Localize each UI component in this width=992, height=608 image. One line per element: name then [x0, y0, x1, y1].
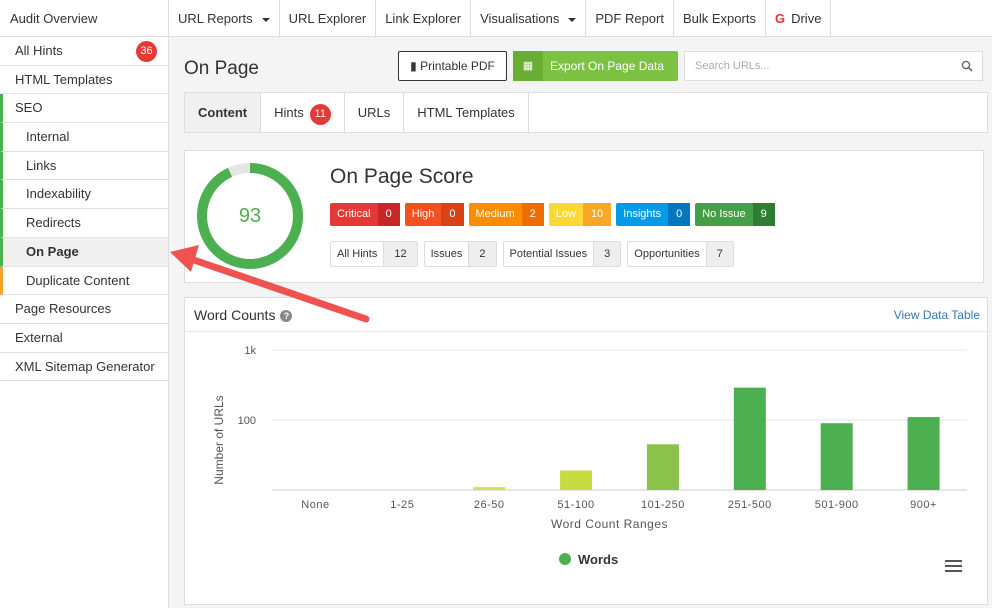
- y-tick-label: 100: [238, 415, 256, 427]
- word-counts-chart: 100 1k None 1-25 26-50 51-100 101-250 251-500 50…: [212, 345, 967, 567]
- page-title: On Page: [184, 58, 259, 79]
- printable-pdf-button[interactable]: ▮ Printable PDF: [398, 51, 507, 81]
- x-tick-label: 900+: [910, 499, 937, 511]
- nav-audit-overview[interactable]: Audit Overview: [0, 0, 169, 37]
- sidebar-item-on-page[interactable]: On Page: [0, 237, 168, 267]
- x-tick-label: 51-100: [557, 499, 594, 511]
- sidebar-item-links[interactable]: Links: [0, 151, 168, 181]
- x-axis-label: Word Count Ranges: [551, 517, 668, 531]
- sidebar-item-page-resources[interactable]: Page Resources: [0, 295, 168, 324]
- hint-count-badge: 36: [136, 41, 157, 62]
- sidebar-item-internal[interactable]: Internal: [0, 123, 168, 152]
- severity-high[interactable]: High 0: [404, 203, 464, 226]
- bar: [907, 417, 940, 490]
- sidebar-item-xml-sitemap-generator[interactable]: XML Sitemap Generator: [0, 353, 168, 382]
- sidebar-item-seo[interactable]: SEO: [0, 94, 168, 124]
- bar: [733, 387, 766, 490]
- bar: [560, 470, 593, 490]
- x-tick-label: 101-250: [641, 499, 685, 511]
- legend-marker: [559, 553, 571, 565]
- nav-link-explorer[interactable]: Link Explorer: [376, 0, 472, 37]
- excel-file-icon: ▦: [513, 51, 543, 81]
- chevron-down-icon: [568, 17, 577, 22]
- nav-pdf-report[interactable]: PDF Report: [586, 0, 674, 37]
- bar: [646, 444, 679, 490]
- severity-no-issue[interactable]: No Issue 9: [695, 203, 775, 226]
- nav-url-reports[interactable]: URL Reports: [169, 0, 280, 37]
- severity-insights[interactable]: Insights 0: [616, 203, 691, 226]
- score-value: 93: [238, 205, 262, 227]
- bar: [820, 423, 853, 490]
- hint-type-filters: All Hints 12 Issues 2 Potential Issues 3 Op…: [330, 241, 740, 267]
- export-on-page-data-button[interactable]: ▦ Export On Page Data: [513, 51, 678, 81]
- nav-url-explorer[interactable]: URL Explorer: [280, 0, 377, 37]
- nav-drive[interactable]: G Drive: [766, 0, 832, 37]
- chart-card-title: Word Counts?: [194, 307, 293, 323]
- help-icon[interactable]: ?: [280, 310, 293, 323]
- google-icon: G: [774, 11, 786, 26]
- sidebar-item-redirects[interactable]: Redirects: [0, 209, 168, 238]
- sidebar-item-external[interactable]: External: [0, 324, 168, 353]
- hint-count-badge: 11: [309, 104, 331, 125]
- search-urls-input[interactable]: Search URLs...: [684, 51, 983, 81]
- chevron-down-icon: [261, 17, 270, 22]
- document-icon: ▮: [410, 59, 417, 73]
- bar: [473, 487, 506, 490]
- view-data-table-link[interactable]: View Data Table: [894, 308, 980, 322]
- x-tick-label: None: [301, 499, 329, 511]
- x-tick-label: 251-500: [728, 499, 772, 511]
- x-tick-label: 501-900: [815, 499, 859, 511]
- severity-critical[interactable]: Critical 0: [330, 203, 400, 226]
- x-tick-label: 1-25: [390, 499, 414, 511]
- sidebar: All Hints 36 HTML Templates SEO Internal …: [0, 37, 169, 608]
- filter-opportunities[interactable]: Opportunities 7: [627, 241, 734, 267]
- y-axis-label: Number of URLs: [212, 395, 226, 484]
- filter-issues[interactable]: Issues 2: [423, 241, 497, 267]
- hamburger-menu-icon[interactable]: [945, 560, 962, 575]
- tab-content[interactable]: Content: [185, 93, 262, 132]
- sidebar-item-duplicate-content[interactable]: Duplicate Content: [0, 266, 168, 296]
- score-title: On Page Score: [330, 165, 474, 188]
- filter-all-hints[interactable]: All Hints 12: [330, 241, 418, 267]
- nav-bulk-exports[interactable]: Bulk Exports: [674, 0, 766, 37]
- severity-medium[interactable]: Medium 2: [468, 203, 544, 226]
- on-page-score-card: 93 On Page Score Critical 0 High 0 Medium 2…: [184, 150, 984, 283]
- nav-visualisations[interactable]: Visualisations: [471, 0, 587, 37]
- tab-urls[interactable]: URLs: [345, 93, 405, 132]
- legend-label: Words: [578, 552, 618, 567]
- search-icon: [961, 60, 973, 72]
- word-counts-card: Word Counts? View Data Table 100 1k None 1-…: [184, 297, 988, 605]
- content-tabs: Content Hints 11 URLs HTML Templates: [184, 92, 988, 133]
- sidebar-item-all-hints[interactable]: All Hints 36: [0, 37, 168, 66]
- y-tick-label: 1k: [244, 345, 256, 357]
- filter-potential-issues[interactable]: Potential Issues 3: [502, 241, 622, 267]
- tab-hints[interactable]: Hints 11: [261, 93, 345, 132]
- sidebar-item-indexability[interactable]: Indexability: [0, 180, 168, 210]
- x-tick-label: 26-50: [474, 499, 505, 511]
- severity-badges: Critical 0 High 0 Medium 2 Low 10 Insights 0 …: [330, 203, 780, 226]
- tab-html-templates[interactable]: HTML Templates: [404, 93, 529, 132]
- sidebar-item-html-templates[interactable]: HTML Templates: [0, 66, 168, 95]
- top-nav: Audit Overview URL Reports URL Explorer …: [0, 0, 992, 37]
- severity-low[interactable]: Low 10: [548, 203, 612, 226]
